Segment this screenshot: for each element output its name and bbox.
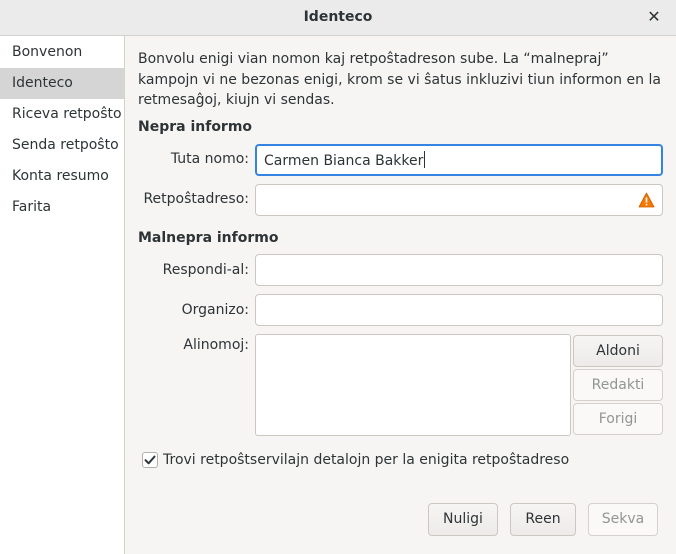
sidebar-item-bonvenon[interactable]: Bonvenon	[0, 37, 124, 68]
window-title: Identeco	[303, 9, 373, 25]
full-name-field[interactable]: Carmen Bianca Bakker	[255, 144, 663, 176]
full-name-label: Tuta nomo:	[170, 151, 249, 167]
lookup-details-checkbox[interactable]	[142, 452, 158, 468]
sidebar-item-riceva-retposto[interactable]: Riceva retpoŝto	[0, 99, 124, 130]
next-button[interactable]: Sekva	[588, 503, 658, 536]
close-icon[interactable]: ✕	[644, 7, 664, 27]
title-bar: Identeco ✕	[0, 0, 676, 36]
identity-page: Bonvolu enigi vian nomon kaj retpoŝtadre…	[126, 36, 676, 554]
aliases-label: Alinomoj:	[183, 337, 249, 353]
sidebar-item-konta-resumo[interactable]: Konta resumo	[0, 161, 124, 192]
organization-label: Organizo:	[181, 302, 249, 318]
remove-alias-button[interactable]: Forigi	[573, 403, 663, 435]
checkmark-icon	[144, 455, 156, 465]
back-button[interactable]: Reen	[510, 503, 576, 536]
email-field[interactable]	[255, 184, 663, 216]
edit-alias-button[interactable]: Redakti	[573, 369, 663, 401]
text-caret	[424, 151, 426, 168]
required-info-heading: Nepra informo	[138, 119, 253, 135]
optional-info-heading: Malnepra informo	[138, 230, 279, 246]
sidebar-item-farita[interactable]: Farita	[0, 192, 124, 223]
page-description: Bonvolu enigi vian nomon kaj retpoŝtadre…	[138, 51, 661, 108]
reply-to-field[interactable]	[255, 254, 663, 286]
cancel-button[interactable]: Nuligi	[428, 503, 498, 536]
email-label: Retpoŝtadreso:	[143, 191, 249, 207]
account-wizard-window: Identeco ✕ Bonvenon Identeco Riceva retp…	[0, 0, 676, 554]
aliases-list[interactable]	[255, 334, 571, 436]
sidebar-item-identeco[interactable]: Identeco	[0, 68, 124, 99]
sidebar-item-senda-retposto[interactable]: Senda retpoŝto	[0, 130, 124, 161]
full-name-value: Carmen Bianca Bakker	[264, 151, 426, 169]
lookup-details-label: Trovi retpoŝtservilajn detalojn per la e…	[163, 452, 570, 468]
add-alias-button[interactable]: Aldoni	[573, 335, 663, 367]
reply-to-label: Respondi-al:	[162, 262, 249, 278]
wizard-sidebar: Bonvenon Identeco Riceva retpoŝto Senda …	[0, 36, 125, 554]
warning-icon	[638, 192, 655, 208]
organization-field[interactable]	[255, 294, 663, 326]
